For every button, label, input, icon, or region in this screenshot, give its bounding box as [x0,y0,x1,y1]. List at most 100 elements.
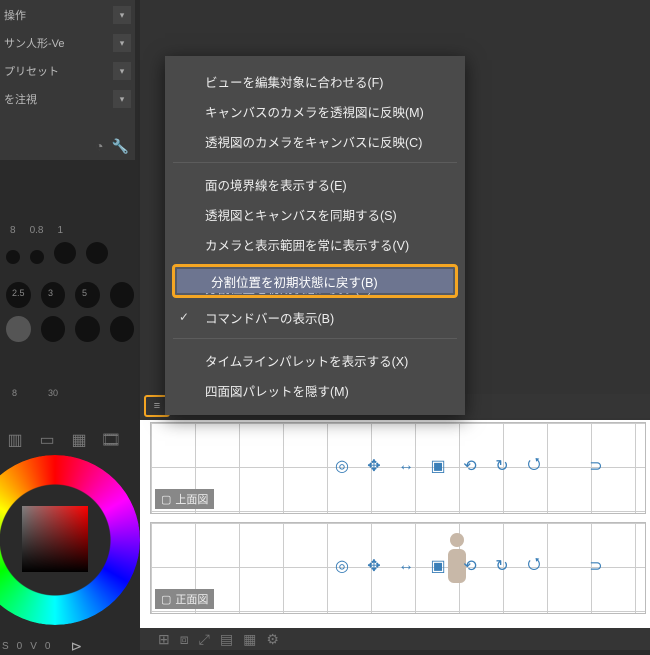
transparency-icon[interactable]: ▦ [68,430,90,450]
menu-separator [173,162,457,163]
menu-hide-fourview[interactable]: 四面図パレットを隠す(M) [165,375,465,405]
orbit-icon[interactable]: ⭯ [523,555,545,577]
magnet-icon[interactable]: ⊃ [585,555,607,577]
menu-persp-to-canvas[interactable]: 透視図のカメラをキャンバスに反映(C) [165,126,465,156]
grid-icon[interactable]: ⊞ [158,631,170,648]
gear-icon[interactable]: ⚙ [266,631,279,648]
menu-reset-split[interactable]: 分割位置を初期状態に戻す(B) [165,272,465,302]
focus-icon[interactable]: ◎ [331,555,353,577]
layers-icon[interactable]: ▥ [4,430,26,450]
size-value: 8 [10,225,16,236]
viewport-label[interactable]: ▢ 上面図 [155,489,214,509]
menu-canvas-to-persp[interactable]: キャンバスのカメラを透視図に反映(M) [165,96,465,126]
prop-row[interactable]: を注視 ▾ [4,86,131,112]
viewport-area: ◎ ✥ ↔ ▣ ⟲ ↻ ⭯ ⊃ ▢ 上面図 ◎ ✥ ↔ [140,420,650,628]
viewport-label[interactable]: ▢ 正面図 [155,589,214,609]
reset-icon[interactable]: ◔ [95,138,103,155]
chevron-down-icon[interactable]: ▾ [113,90,131,108]
move-icon[interactable]: ✥ [363,555,385,577]
menu-label: 分割位置を初期状態に戻す(B) [205,278,372,297]
menu-label: 透視図のカメラをキャンバスに反映(C) [205,132,422,151]
cube-icon[interactable]: ▣ [427,455,449,477]
prop-row[interactable]: 操作 ▾ [4,2,131,28]
brush-dot[interactable] [54,242,76,264]
brush-dot[interactable] [41,316,66,342]
brush-dot[interactable] [110,316,135,342]
brush-dot[interactable] [75,316,100,342]
play-icon[interactable]: ⊳ [70,638,82,655]
brush-dot[interactable] [75,282,100,308]
cube-icon: ▢ [161,493,171,506]
status-val: 0 [17,641,23,652]
size-value: 3 [48,288,53,298]
cube-icon[interactable]: ▣ [427,555,449,577]
color-square[interactable] [22,506,88,572]
chevron-down-icon[interactable]: ▾ [113,34,131,52]
viewport-toolbar: ◎ ✥ ↔ ▣ ⟲ ↻ ⭯ ⊃ [331,455,607,477]
brush-dot[interactable] [30,250,44,264]
chevron-down-icon[interactable]: ▾ [113,6,131,24]
prop-label: 操作 [4,7,113,23]
size-value: 8 [12,388,17,398]
menu-separator [173,265,457,266]
arrows-icon[interactable]: ↔ [395,455,417,477]
rotate-icon[interactable]: ↻ [491,455,513,477]
menu-show-boundaries[interactable]: 面の境界線を表示する(E) [165,169,465,199]
size-value: 0.8 [30,225,44,236]
film-icon[interactable]: 🎞 [100,430,122,450]
move-icon[interactable]: ✥ [363,455,385,477]
cube-rotate-icon[interactable]: ⟲ [459,555,481,577]
wrench-icon[interactable]: 🔧 [112,138,129,155]
prop-row[interactable]: プリセット ▾ [4,58,131,84]
status-s: S [2,641,9,652]
menu-label: タイムラインパレットを表示する(X) [205,351,408,370]
status-readout: S 0 V 0 ⊳ [2,638,82,655]
rectangle-icon[interactable]: ▭ [36,430,58,450]
viewport-top[interactable]: ◎ ✥ ↔ ▣ ⟲ ↻ ⭯ ⊃ ▢ 上面図 [150,422,646,514]
prop-label: サン人形-Ve [4,35,113,51]
viewport-name: 上面図 [175,491,208,507]
prop-label: プリセット [4,63,113,79]
prop-row[interactable]: サン人形-Ve ▾ [4,30,131,56]
focus-icon[interactable]: ◎ [331,455,353,477]
menu-label: カメラと表示範囲を常に表示する(V) [205,235,409,254]
layout-icon[interactable]: ▤ [220,631,233,648]
brush-dot[interactable] [6,316,31,342]
size-value: 30 [48,388,58,398]
viewport-name: 正面図 [175,591,208,607]
left-properties-panel: 操作 ▾ サン人形-Ve ▾ プリセット ▾ を注視 ▾ ◔ 🔧 [0,0,135,160]
magnet-icon[interactable]: ⊃ [585,455,607,477]
menu-label: 四面図パレットを隠す(M) [205,381,349,400]
size-value: 5 [82,288,87,298]
orbit-icon[interactable]: ⭯ [523,455,545,477]
layout2-icon[interactable]: ▦ [243,631,256,648]
chevron-down-icon[interactable]: ▾ [113,62,131,80]
brush-dot[interactable] [110,282,135,308]
menu-label: ビューを編集対象に合わせる(F) [205,72,383,91]
cube-rotate-icon[interactable]: ⟲ [459,455,481,477]
viewport-toolbar: ◎ ✥ ↔ ▣ ⟲ ↻ ⭯ ⊃ [331,555,607,577]
viewport-front[interactable]: ◎ ✥ ↔ ▣ ⟲ ↻ ⭯ ⊃ ▢ 正面図 [150,522,646,614]
status-val: 0 [45,641,51,652]
brush-dot[interactable] [86,242,108,264]
menu-sync-canvas[interactable]: 透視図とキャンバスを同期する(S) [165,199,465,229]
brush-dot[interactable] [6,250,20,264]
brush-preview-grid[interactable]: 2.5 3 5 8 30 [0,238,140,418]
arrows-icon[interactable]: ↔ [395,555,417,577]
menu-fit-view[interactable]: ビューを編集対象に合わせる(F) [165,66,465,96]
size-value: 1 [57,225,63,236]
panel-icon-strip: ▥ ▭ ▦ 🎞 [4,430,122,450]
crop-icon[interactable]: ⧈ [180,631,189,648]
brush-size-numbers: 8 0.8 1 [0,225,140,236]
menu-label: コマンドバーの表示(B) [205,308,334,327]
menu-always-show-cam[interactable]: カメラと表示範囲を常に表示する(V) [165,229,465,259]
size-value: 2.5 [12,288,25,298]
expand-icon[interactable]: ⤢ [199,631,210,648]
rotate-icon[interactable]: ↻ [491,555,513,577]
hamburger-icon: ≡ [154,400,160,412]
status-v: V [30,641,37,652]
cube-icon: ▢ [161,593,171,606]
menu-show-commandbar[interactable]: ✓ コマンドバーの表示(B) [165,302,465,332]
check-icon: ✓ [179,310,189,324]
menu-show-timeline[interactable]: タイムラインパレットを表示する(X) [165,345,465,375]
